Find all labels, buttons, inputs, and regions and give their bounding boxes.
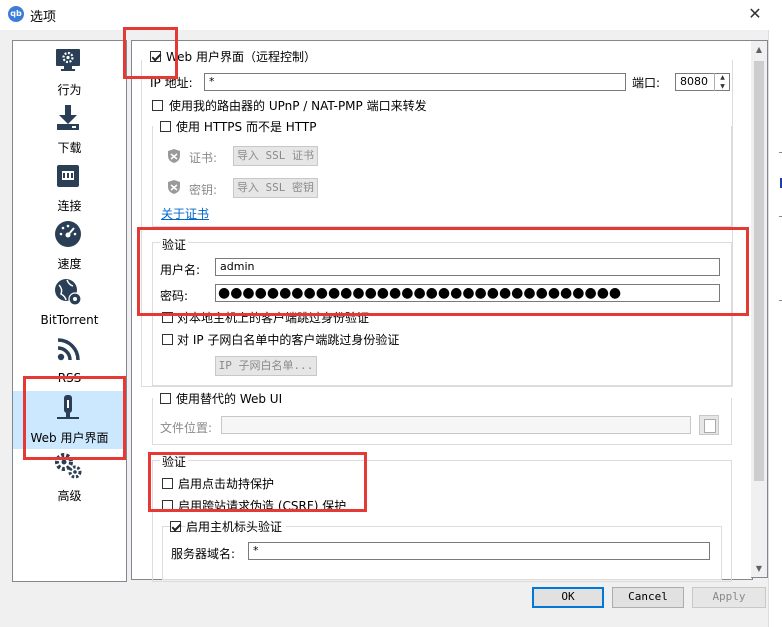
auth-group-title: 验证 xyxy=(160,236,189,253)
server-domains-input[interactable]: * xyxy=(248,542,710,560)
web-ui-icon xyxy=(57,395,79,419)
sidebar-item-advanced[interactable]: 高级 xyxy=(13,449,126,507)
host-header-checkbox[interactable] xyxy=(170,521,181,532)
rss-icon xyxy=(57,338,80,361)
bypass-whitelist-label: 对 IP 子网白名单中的客户端跳过身份验证 xyxy=(177,333,400,347)
csrf-checkbox[interactable] xyxy=(162,500,173,511)
options-sidebar: 行为 下载 连接 速度 BitTorrent RSS Web 用户界面 高级 xyxy=(12,40,127,582)
ok-button[interactable]: OK xyxy=(532,587,604,608)
spin-up-icon[interactable]: ▲ xyxy=(715,73,730,82)
sidebar-item-downloads[interactable]: 下载 xyxy=(13,101,126,159)
scrollbar-thumb[interactable] xyxy=(754,61,764,481)
monitor-gear-icon xyxy=(56,49,80,71)
host-header-label: 启用主机标头验证 xyxy=(186,518,287,535)
upnp-checkbox[interactable] xyxy=(152,100,163,111)
shield-icon xyxy=(168,180,180,194)
ip-whitelist-button[interactable]: IP 子网白名单... xyxy=(215,356,317,376)
sidebar-item-label: BitTorrent xyxy=(40,313,99,327)
alt-webui-label: 使用替代的 Web UI xyxy=(176,390,287,407)
sidebar-item-label: 高级 xyxy=(57,489,82,503)
import-ssl-cert-button[interactable]: 导入 SSL 证书 xyxy=(233,146,318,166)
sidebar-item-label: 下载 xyxy=(57,141,82,155)
https-label: 使用 HTTPS 而不是 HTTP xyxy=(176,118,321,135)
ip-address-label: IP 地址: xyxy=(150,76,193,90)
network-icon xyxy=(57,165,79,187)
scroll-up-arrow-icon[interactable]: ▲ xyxy=(751,41,767,58)
window-title: 选项 xyxy=(30,10,57,25)
ip-address-input[interactable]: * xyxy=(204,73,626,91)
cancel-button[interactable]: Cancel xyxy=(612,587,684,608)
username-input[interactable]: admin xyxy=(215,258,720,276)
apply-button[interactable]: Apply xyxy=(692,587,766,608)
password-mask: ●●●●●●●●●●●●●●●●●●●●●●●●●●●●●●●●● xyxy=(218,285,622,301)
sidebar-item-label: 行为 xyxy=(57,83,82,97)
sidebar-item-label: Web 用户界面 xyxy=(30,431,109,445)
clickjacking-checkbox[interactable] xyxy=(162,478,173,489)
alt-webui-checkbox[interactable] xyxy=(160,393,171,404)
bypass-whitelist-checkbox[interactable] xyxy=(162,334,173,345)
https-checkbox[interactable] xyxy=(160,121,171,132)
csrf-label: 启用跨站请求伪造 (CSRF) 保护 xyxy=(178,499,347,513)
close-button[interactable]: ✕ xyxy=(740,2,770,26)
spin-down-icon[interactable]: ▼ xyxy=(715,82,730,91)
upnp-label: 使用我的路由器的 UPnP / NAT-PMP 端口来转发 xyxy=(169,99,427,113)
server-domains-label: 服务器域名: xyxy=(171,547,236,561)
file-icon xyxy=(704,419,716,433)
about-cert-link[interactable]: 关于证书 xyxy=(161,205,209,222)
background-window-edge xyxy=(768,30,782,627)
password-label: 密码: xyxy=(160,289,189,303)
file-location-input[interactable] xyxy=(221,416,691,434)
title-bar: qb 选项 ✕ xyxy=(0,0,782,30)
shield-icon xyxy=(168,149,180,163)
sidebar-item-behavior[interactable]: 行为 xyxy=(13,43,126,101)
clickjacking-label: 启用点击劫持保护 xyxy=(178,477,275,491)
qbittorrent-app-icon: qb xyxy=(8,6,24,22)
sidebar-item-rss[interactable]: RSS xyxy=(13,333,126,391)
password-input[interactable]: ●●●●●●●●●●●●●●●●●●●●●●●●●●●●●●●●● xyxy=(215,284,720,302)
file-location-label: 文件位置: xyxy=(160,421,213,435)
key-label: 密钥: xyxy=(189,183,218,197)
vertical-scrollbar[interactable]: ▲ ▼ xyxy=(751,40,768,578)
cert-label: 证书: xyxy=(189,151,218,165)
port-spin-arrows[interactable]: ▲ ▼ xyxy=(714,73,730,91)
sidebar-item-speed[interactable]: 速度 xyxy=(13,217,126,275)
sidebar-item-connection[interactable]: 连接 xyxy=(13,159,126,217)
sidebar-item-label: 速度 xyxy=(57,257,82,271)
sidebar-item-web-ui[interactable]: Web 用户界面 xyxy=(13,391,126,449)
speedometer-icon xyxy=(55,221,81,247)
scroll-down-arrow-icon[interactable]: ▼ xyxy=(751,560,767,577)
sidebar-item-label: 连接 xyxy=(57,199,82,213)
port-label: 端口: xyxy=(632,76,661,90)
import-ssl-key-button[interactable]: 导入 SSL 密钥 xyxy=(233,178,318,198)
sidebar-item-label: RSS xyxy=(57,371,82,385)
download-icon xyxy=(57,105,79,130)
username-label: 用户名: xyxy=(160,263,201,277)
https-group-frame xyxy=(152,126,732,227)
browse-folder-button[interactable] xyxy=(699,415,719,435)
bypass-localhost-label: 对本地主机上的客户端跳过身份验证 xyxy=(177,311,370,325)
bypass-localhost-checkbox[interactable] xyxy=(162,312,173,323)
globe-gear-icon xyxy=(55,279,82,306)
sidebar-item-bittorrent[interactable]: BitTorrent xyxy=(13,275,126,333)
gears-icon xyxy=(55,453,82,479)
security-group-title: 验证 xyxy=(160,453,189,470)
